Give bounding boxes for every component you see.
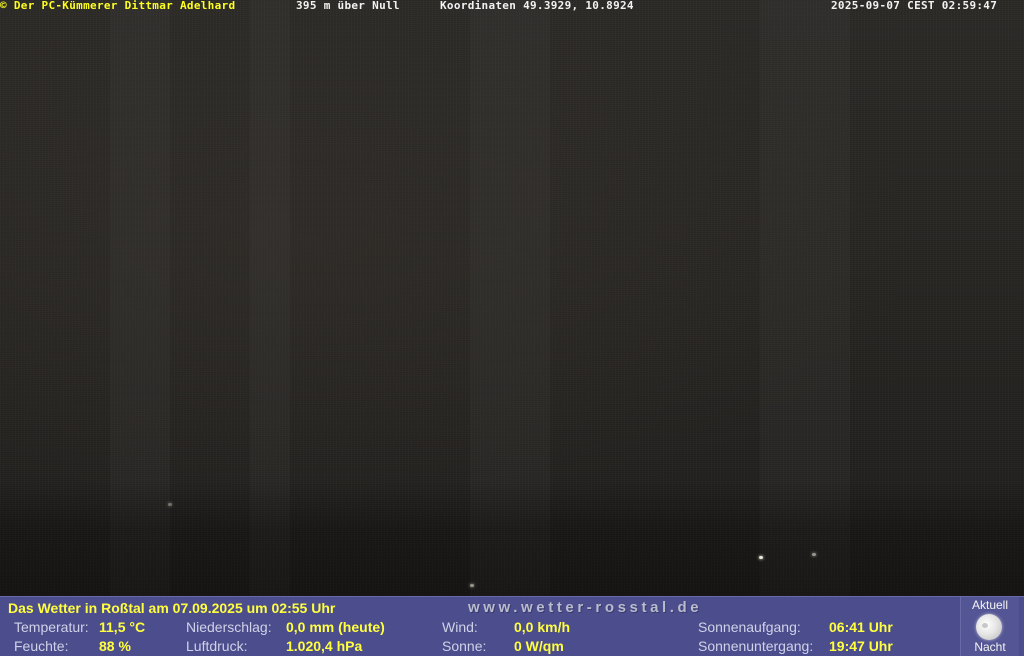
camera-info-bar: © Der PC-Kümmerer Dittmar Adelhard 395 m… [0,0,1024,12]
pressure-value: 1.020,4 hPa [286,638,363,654]
dark-horizon [0,480,1024,600]
weather-title: Das Wetter in Roßtal am 07.09.2025 um 02… [8,600,336,616]
temperature-label: Temperatur: [14,619,89,635]
sunrise-label: Sonnenaufgang: [698,619,801,635]
distant-light [470,584,474,587]
moon-phase-box: Aktuell Nacht [960,597,1019,656]
moon-night-label: Nacht [974,640,1006,654]
moon-current-label: Aktuell [971,598,1009,612]
distant-light [759,556,763,559]
precipitation-label: Niederschlag: [186,619,272,635]
sun-label: Sonne: [442,638,487,654]
distant-light [168,503,172,506]
weather-panel: Das Wetter in Roßtal am 07.09.2025 um 02… [0,596,1024,656]
timestamp-text: 2025-09-07 CEST 02:59:47 [831,0,998,12]
webcam-image [0,0,1024,600]
precipitation-value: 0,0 mm (heute) [286,619,385,635]
humidity-label: Feuchte: [14,638,69,654]
humidity-value: 88 % [99,638,131,654]
pressure-label: Luftdruck: [186,638,248,654]
copyright-text: © Der PC-Kümmerer Dittmar Adelhard [0,0,236,12]
sun-value: 0 W/qm [514,638,564,654]
sunset-value: 19:47 Uhr [829,638,893,654]
sunrise-value: 06:41 Uhr [829,619,893,635]
website-url: www.wetter-rosstal.de [468,599,703,616]
temperature-value: 11,5 °C [99,619,146,635]
altitude-text: 395 m über Null [296,0,400,12]
wind-value: 0,0 km/h [514,619,571,635]
sunset-label: Sonnenuntergang: [698,638,814,654]
distant-light [812,553,816,556]
wind-label: Wind: [442,619,478,635]
moon-icon [976,614,1002,640]
coordinates-text: Koordinaten 49.3929, 10.8924 [440,0,634,12]
